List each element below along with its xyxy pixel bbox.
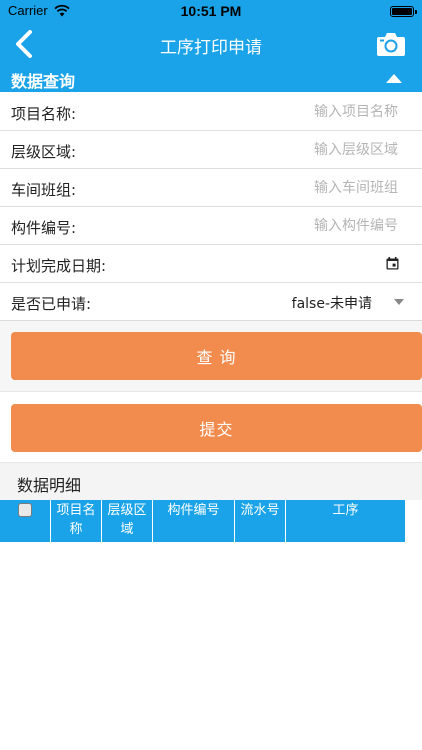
level-area-row: 层级区域: xyxy=(0,131,422,169)
workshop-team-label: 车间班组: xyxy=(11,181,77,199)
component-no-input[interactable] xyxy=(198,215,398,237)
detail-section-header: 数据明细 xyxy=(0,462,422,500)
query-section-title: 数据查询 xyxy=(11,72,76,91)
select-all-checkbox[interactable] xyxy=(18,503,32,517)
calendar-icon[interactable] xyxy=(386,257,399,270)
applied-row[interactable]: 是否已申请: false-未申请 xyxy=(0,283,422,321)
query-section-header[interactable]: 数据查询 xyxy=(0,66,422,92)
detail-section-title: 数据明细 xyxy=(17,476,82,495)
level-area-input[interactable] xyxy=(198,139,398,161)
level-area-label: 层级区域: xyxy=(11,143,77,161)
applied-label: 是否已申请: xyxy=(11,295,92,313)
plan-date-row[interactable]: 计划完成日期: xyxy=(0,245,422,283)
query-button[interactable]: 查 询 xyxy=(11,332,422,380)
camera-icon[interactable] xyxy=(376,31,406,57)
table-header: 项目名称 层级区域 构件编号 流水号 工序 xyxy=(0,500,406,542)
page-title: 工序打印申请 xyxy=(160,38,262,58)
query-button-area: 查 询 xyxy=(0,321,422,391)
clock: 10:51 PM xyxy=(180,3,242,19)
workshop-team-row: 车间班组: xyxy=(0,169,422,207)
column-header-serial-no[interactable]: 流水号 xyxy=(235,500,286,542)
plan-date-label: 计划完成日期: xyxy=(11,257,107,275)
project-name-input[interactable] xyxy=(198,101,398,123)
nav-bar: 工序打印申请 xyxy=(0,22,422,66)
component-no-label: 构件编号: xyxy=(11,219,77,237)
battery-icon xyxy=(390,6,417,17)
component-no-row: 构件编号: xyxy=(0,207,422,245)
project-name-row: 项目名称: xyxy=(0,93,422,131)
collapse-toggle-icon[interactable] xyxy=(386,74,402,83)
submit-button[interactable]: 提交 xyxy=(11,404,422,452)
select-all-column xyxy=(0,500,51,542)
applied-select-value[interactable]: false-未申请 xyxy=(292,293,372,313)
workshop-team-input[interactable] xyxy=(198,177,398,199)
column-header-component-no[interactable]: 构件编号 xyxy=(153,500,235,542)
column-header-level-area[interactable]: 层级区域 xyxy=(102,500,153,542)
project-name-label: 项目名称: xyxy=(11,105,77,123)
dropdown-caret-icon[interactable] xyxy=(394,299,404,305)
status-bar: Carrier 10:51 PM xyxy=(0,0,422,22)
submit-button-area: 提交 xyxy=(0,391,422,462)
column-header-project-name[interactable]: 项目名称 xyxy=(51,500,102,542)
column-header-process[interactable]: 工序 xyxy=(286,500,406,542)
